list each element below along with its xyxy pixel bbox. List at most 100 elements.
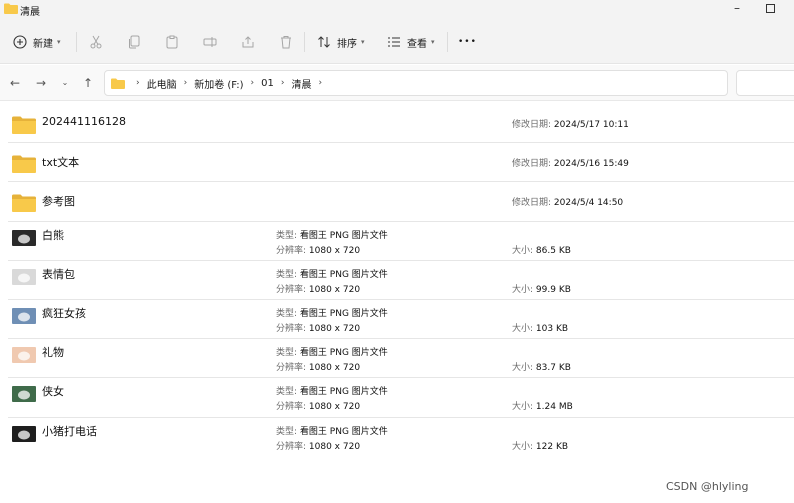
resolution: 分辨率: 1080 x 720: [276, 439, 360, 452]
file-size-value: 86.5 KB: [535, 245, 571, 256]
file-type-value: 看图王 PNG 图片文件: [299, 348, 388, 359]
modified-date: 修改日期: 2024/5/16 15:49: [512, 156, 629, 169]
resolution-value: 1080 x 720: [308, 441, 361, 452]
file-type-label: 类型:: [276, 269, 298, 280]
arrow-left-icon: ←: [9, 76, 21, 90]
modified-date: 修改日期: 2024/5/17 10:11: [512, 117, 629, 130]
sort-button[interactable]: 排序 ▾: [316, 32, 365, 52]
share-button[interactable]: [240, 32, 256, 52]
view-button[interactable]: 查看 ▾: [386, 32, 435, 52]
resolution-label: 分辨率:: [276, 323, 307, 334]
file-type-value: 看图王 PNG 图片文件: [299, 230, 388, 241]
file-size-label: 大小:: [512, 441, 534, 452]
image-thumbnail: [12, 347, 36, 364]
arrow-right-icon: →: [35, 76, 47, 90]
sort-icon: [316, 34, 332, 50]
file-row[interactable]: 侠女 类型: 看图王 PNG 图片文件 分辨率: 1080 x 720 大小: 1.2…: [8, 378, 794, 418]
file-type-value: 看图王 PNG 图片文件: [299, 269, 388, 280]
new-button[interactable]: 新建 ▾: [12, 32, 61, 52]
paste-icon: [164, 34, 180, 50]
view-label: 查看: [407, 38, 427, 50]
file-size: 大小: 1.24 MB: [512, 399, 573, 412]
breadcrumb-drive[interactable]: 新加卷 (F:): [194, 76, 243, 91]
file-size: 大小: 86.5 KB: [512, 243, 571, 256]
file-type-value: 看图王 PNG 图片文件: [299, 308, 388, 319]
chevron-right-icon: ›: [136, 78, 140, 88]
file-type: 类型: 看图王 PNG 图片文件: [276, 267, 388, 280]
maximize-icon: [765, 4, 775, 13]
arrow-up-icon: ↑: [82, 76, 94, 90]
file-name: 侠女: [42, 385, 64, 399]
paste-button[interactable]: [164, 32, 180, 52]
file-type-label: 类型:: [276, 348, 298, 359]
address-bar-row: ← → ⌄ ↑ › 此电脑 › 新加卷 (F:) › 01 › 清晨 › ⌄ ↻: [0, 65, 794, 101]
file-type: 类型: 看图王 PNG 图片文件: [276, 345, 388, 358]
copy-icon: [126, 34, 142, 50]
folder-row[interactable]: 参考图 修改日期: 2024/5/4 14:50: [8, 182, 794, 222]
file-size: 大小: 103 KB: [512, 321, 568, 334]
divider: [304, 32, 305, 52]
back-button[interactable]: ←: [6, 74, 24, 92]
folder-icon: [111, 78, 125, 89]
watermark: CSDN @hlyling: [666, 480, 749, 493]
file-size: 大小: 83.7 KB: [512, 360, 571, 373]
folder-icon: [12, 155, 36, 174]
modified-date-label: 修改日期:: [512, 120, 552, 130]
maximize-button[interactable]: [753, 0, 787, 18]
file-size-label: 大小:: [512, 284, 534, 295]
breadcrumb-folder-01[interactable]: 01: [261, 78, 274, 89]
file-size-label: 大小:: [512, 323, 534, 334]
image-thumbnail: [12, 229, 36, 246]
file-name: 参考图: [42, 195, 75, 209]
plus-circle-icon: [12, 34, 28, 50]
file-size-label: 大小:: [512, 402, 534, 413]
breadcrumb-this-pc[interactable]: 此电脑: [147, 76, 177, 91]
chevron-right-icon: ›: [250, 78, 255, 88]
file-name: 礼物: [42, 346, 64, 360]
file-type-label: 类型:: [276, 387, 298, 398]
resolution-label: 分辨率:: [276, 245, 307, 256]
file-row[interactable]: 表情包 类型: 看图王 PNG 图片文件 分辨率: 1080 x 720 大小: 99…: [8, 261, 794, 300]
resolution: 分辨率: 1080 x 720: [276, 399, 360, 412]
copy-button[interactable]: [126, 32, 142, 52]
file-row[interactable]: 疯狂女孩 类型: 看图王 PNG 图片文件 分辨率: 1080 x 720 大小: 1…: [8, 300, 794, 340]
chevron-down-icon: ▾: [431, 38, 435, 46]
file-type: 类型: 看图王 PNG 图片文件: [276, 384, 388, 397]
cut-button[interactable]: [88, 32, 104, 52]
address-bar[interactable]: › 此电脑 › 新加卷 (F:) › 01 › 清晨 › ⌄ ↻: [104, 70, 791, 96]
breadcrumb-current[interactable]: 清晨: [292, 76, 312, 91]
file-row[interactable]: 小猪打电话 类型: 看图王 PNG 图片文件 分辨率: 1080 x 720 大小: …: [8, 418, 794, 457]
resolution: 分辨率: 1080 x 720: [276, 282, 360, 295]
forward-button[interactable]: →: [32, 74, 50, 92]
recent-locations-button[interactable]: ⌄: [56, 74, 74, 92]
file-row[interactable]: 礼物 类型: 看图王 PNG 图片文件 分辨率: 1080 x 720 大小: 83.…: [8, 339, 794, 379]
delete-button[interactable]: [278, 32, 294, 52]
folder-icon: [12, 116, 36, 134]
resolution-label: 分辨率:: [276, 363, 307, 374]
file-name: 202441116128: [42, 115, 126, 128]
resolution-value: 1080 x 720: [308, 323, 361, 334]
share-icon: [240, 34, 256, 50]
resolution-value: 1080 x 720: [308, 284, 361, 295]
modified-date-value: 2024/5/4 14:50: [553, 198, 624, 209]
folder-row[interactable]: 202441116128 修改日期: 2024/5/17 10:11: [8, 104, 794, 144]
file-size-value: 83.7 KB: [535, 363, 571, 374]
resolution-value: 1080 x 720: [308, 363, 361, 374]
up-button[interactable]: ↑: [79, 74, 97, 92]
chevron-down-icon: ▾: [361, 38, 365, 46]
rename-button[interactable]: [202, 32, 218, 52]
file-size-value: 103 KB: [535, 323, 569, 334]
search-input[interactable]: [736, 70, 794, 96]
folder-icon: [12, 194, 36, 213]
folder-icon: [4, 3, 18, 14]
more-options-button[interactable]: •••: [458, 32, 477, 52]
file-type-label: 类型:: [276, 426, 298, 437]
resolution-label: 分辨率:: [276, 441, 307, 452]
folder-row[interactable]: txt文本 修改日期: 2024/5/16 15:49: [8, 143, 794, 183]
rename-icon: [202, 34, 218, 50]
minimize-button[interactable]: –: [720, 0, 754, 18]
file-size-label: 大小:: [512, 245, 534, 256]
resolution: 分辨率: 1080 x 720: [276, 321, 360, 334]
file-row[interactable]: 白熊 类型: 看图王 PNG 图片文件 分辨率: 1080 x 720 大小: 86.…: [8, 222, 794, 261]
chevron-right-icon: ›: [183, 78, 188, 88]
